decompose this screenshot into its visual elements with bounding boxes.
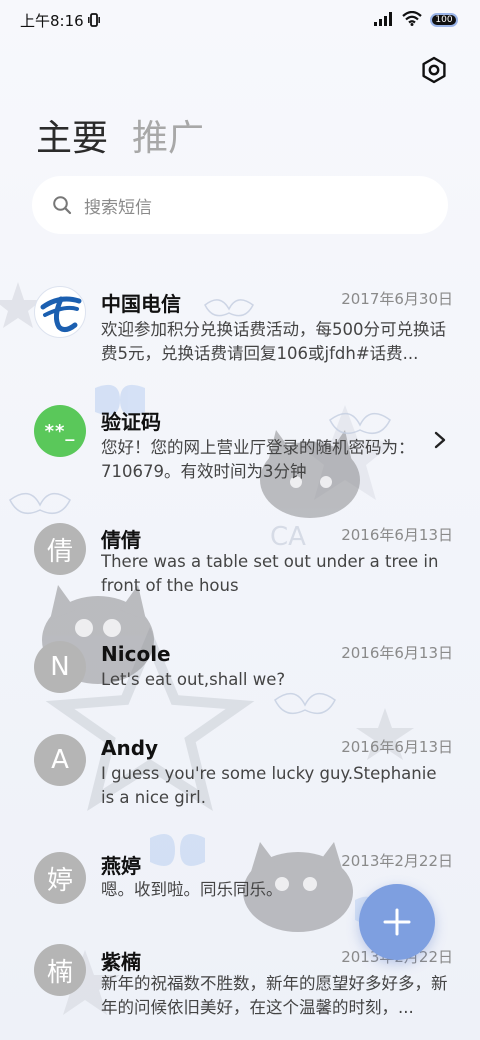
china-telecom-logo-icon [40, 296, 82, 333]
tab-primary[interactable]: 主要 [36, 115, 108, 163]
status-bar: 上午8:16 100 [0, 0, 480, 40]
avatar: A [34, 734, 86, 786]
avatar: 楠 [34, 944, 86, 996]
contact-name: 中国电信 [101, 292, 181, 316]
chevron-right-icon[interactable] [430, 430, 450, 450]
wifi-icon [402, 10, 422, 30]
conversation-item[interactable]: 倩 倩倩 2016年6月13日 There was a table set ou… [0, 520, 480, 620]
conversation-item[interactable]: N Nicole 2016年6月13日 Let's eat out,shall … [0, 638, 480, 718]
contact-name: 验证码 [101, 410, 161, 434]
avatar [34, 286, 86, 338]
settings-button[interactable] [419, 55, 449, 85]
contact-name: Nicole [101, 642, 171, 666]
signal-icon [374, 11, 394, 30]
plus-icon [383, 908, 411, 936]
avatar: **_ [34, 405, 86, 457]
new-message-button[interactable] [359, 884, 435, 960]
search-input[interactable]: 搜索短信 [84, 193, 152, 218]
search-bar[interactable]: 搜索短信 [32, 176, 448, 234]
message-preview: 欢迎参加积分兑换话费活动，每500分可兑换话费5元，兑换话费请回复106或jfd… [101, 320, 446, 363]
message-preview: 新年的祝福数不胜数，新年的愿望好多好多，新年的问候依旧美好，在这个温馨的时刻，.… [101, 974, 448, 1017]
conversation-item[interactable]: 中国电信 2017年6月30日 欢迎参加积分兑换话费活动，每500分可兑换话费5… [0, 284, 480, 384]
battery-icon: 100 [430, 13, 458, 27]
message-date: 2016年6月13日 [341, 738, 453, 756]
conversation-item[interactable]: **_ 验证码 您好！您的网上营业厅登录的随机密码为：710679。有效时间为3… [0, 402, 480, 502]
avatar: 婷 [34, 852, 86, 904]
avatar: N [34, 641, 86, 693]
message-preview: There was a table set out under a tree i… [101, 552, 439, 595]
tab-promotions[interactable]: 推广 [132, 115, 204, 163]
message-date: 2017年6月30日 [341, 290, 453, 308]
search-icon [53, 196, 72, 215]
status-time: 上午8:16 [20, 11, 84, 30]
message-date: 2016年6月13日 [341, 644, 453, 662]
vibrate-icon [87, 13, 100, 27]
contact-name: Andy [101, 736, 159, 760]
contact-name: 紫楠 [101, 950, 141, 974]
tab-bar: 主要 推广 [36, 115, 204, 163]
message-preview: 您好！您的网上营业厅登录的随机密码为：710679。有效时间为3分钟 [101, 438, 415, 481]
message-preview: I guess you're some lucky guy.Stephanie … [101, 764, 437, 807]
contact-name: 倩倩 [101, 528, 141, 552]
message-date: 2016年6月13日 [341, 526, 453, 544]
contact-name: 燕婷 [101, 854, 141, 878]
settings-hexagon-icon [422, 56, 446, 84]
conversation-item[interactable]: A Andy 2016年6月13日 I guess you're some lu… [0, 734, 480, 834]
avatar: 倩 [34, 523, 86, 575]
message-date: 2013年2月22日 [341, 852, 453, 870]
message-preview: Let's eat out,shall we? [101, 670, 286, 689]
